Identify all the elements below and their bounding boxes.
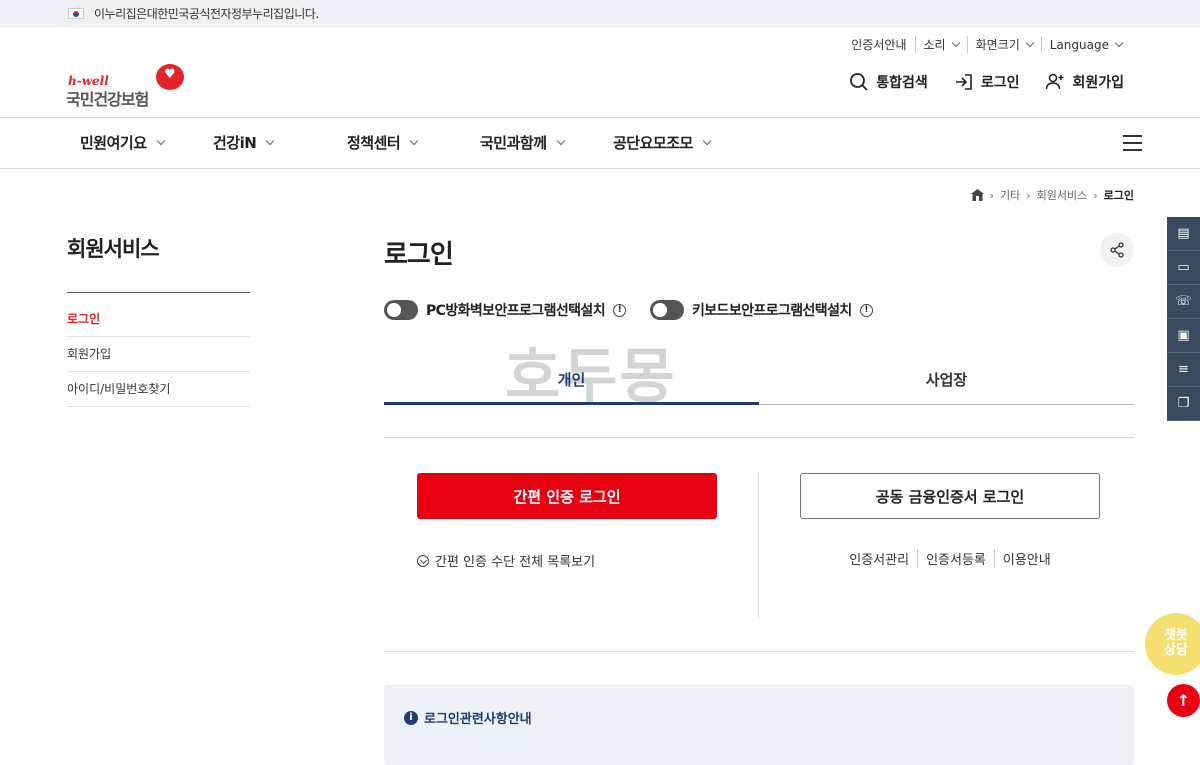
heart-logo-icon [156,64,184,90]
notice-title: i 로그인관련사항안내 [404,708,532,727]
page-title: 로그인 [384,240,454,270]
join-button[interactable]: 회원가입 [1045,72,1124,92]
nav-item-health[interactable]: 건강iN [213,132,275,153]
login-icon [955,74,972,90]
main-nav: 민원여기요 건강iN 정책센터 국민과함께 공단요모조모 [0,117,1200,169]
nav-item-about[interactable]: 공단요모조모 [613,132,712,153]
gov-banner-text: 이누리집은대한민국공식전자정부누리집입니다. [94,7,319,21]
quick-lock-icon[interactable]: ▣ [1167,319,1200,353]
login-button[interactable]: 로그인 [954,72,1020,92]
login-label: 로그인 [980,75,1020,91]
info-icon[interactable]: ! [612,303,626,317]
cert-manage-link[interactable]: 인증서관리 [841,549,917,568]
chevron-down-icon [1114,38,1124,47]
site-logo[interactable]: h-well 국민건강보험 [66,64,196,109]
breadcrumb-separator: › [989,188,994,202]
quick-phone-icon[interactable]: ☏ [1167,285,1200,319]
share-icon [1110,242,1124,258]
firewall-toggle-label: PC방화벽보안프로그램선택설치 [426,303,606,319]
chatbot-button[interactable]: 챗봇 상담 [1145,613,1200,675]
scroll-top-arrow-icon[interactable]: ↑ [1167,684,1200,717]
util-cert-guide[interactable]: 인증서안내 [843,36,914,53]
side-nav-item-find-account[interactable]: 아이디/비밀번호찾기 [67,372,250,407]
firewall-toggle[interactable] [384,300,418,320]
chevron-down-icon [556,136,565,145]
home-icon[interactable] [970,189,984,201]
section-divider [384,651,1134,652]
quick-document-icon[interactable]: ▤ [1167,217,1200,251]
tab-business[interactable]: 사업장 [759,360,1134,405]
korea-flag-icon [68,8,84,19]
breadcrumb-item[interactable]: 회원서비스 [1037,187,1088,203]
info-icon: i [404,710,418,725]
notice-title-text: 로그인관련사항안내 [424,712,532,727]
keyboard-toggle-row: 키보드보안프로그램선택설치 ! [650,300,873,320]
breadcrumb-separator: › [1026,188,1031,202]
chevron-down-icon [156,136,165,145]
cert-guide-link[interactable]: 이용안내 [993,549,1059,568]
quick-list-icon[interactable]: ≡ [1167,353,1200,387]
util-language-label: Language [1049,37,1109,52]
simple-auth-list-link[interactable]: 간편 인증 수단 전체 목록보기 [417,551,595,570]
nav-item-together[interactable]: 국민과함께 [480,132,565,153]
login-options-divider [758,472,759,618]
tab-personal[interactable]: 개인 [384,360,759,405]
nav-label: 국민과함께 [480,134,547,152]
login-notice-box: i 로그인관련사항안내 [384,685,1134,765]
chevron-down-icon [1025,38,1035,47]
util-sound[interactable]: 소리 [914,36,967,53]
side-nav-divider [67,292,250,293]
breadcrumb: › 기타 › 회원서비스 › 로그인 [970,187,1134,203]
info-icon[interactable]: ! [859,303,873,317]
side-nav-item-login[interactable]: 로그인 [67,302,250,337]
chevron-down-icon [951,38,960,47]
breadcrumb-item[interactable]: 기타 [1000,187,1020,203]
side-nav-item-join[interactable]: 회원가입 [67,337,250,372]
section-divider [384,437,1134,438]
cert-register-link[interactable]: 인증서등록 [917,549,994,568]
nav-label: 민원여기요 [80,134,147,152]
nav-item-civil[interactable]: 민원여기요 [80,132,165,153]
quick-windows-icon[interactable]: ❐ [1167,387,1200,421]
breadcrumb-separator: › [1093,188,1098,202]
nav-label: 정책센터 [347,134,401,152]
joint-cert-login-button[interactable]: 공동 금융인증서 로그인 [800,473,1100,519]
share-button[interactable] [1100,233,1134,267]
quick-menu: ▤ ▭ ☏ ▣ ≡ ❐ [1167,217,1200,421]
chatbot-label-2: 상담 [1164,643,1188,658]
util-screen-size-label: 화면크기 [975,38,1020,52]
chevron-down-icon [266,136,275,145]
search-button[interactable]: 통합검색 [849,72,928,92]
menu-hamburger-icon[interactable] [1123,135,1142,156]
util-sound-label: 소리 [923,38,946,52]
breadcrumb-current: 로그인 [1103,189,1134,202]
nav-label: 건강iN [213,134,257,152]
quick-monitor-icon[interactable]: ▭ [1167,251,1200,285]
add-user-icon [1046,73,1064,90]
chevron-circle-down-icon [417,554,429,567]
simple-auth-list-label: 간편 인증 수단 전체 목록보기 [435,555,596,570]
nav-item-policy[interactable]: 정책센터 [347,132,419,153]
keyboard-toggle-label: 키보드보안프로그램선택설치 [692,303,852,319]
header-actions: 통합검색 로그인 회원가입 [849,72,1124,92]
gov-banner: 이누리집은대한민국공식전자정부누리집입니다. [0,0,1200,27]
join-label: 회원가입 [1072,75,1124,91]
util-screen-size[interactable]: 화면크기 [966,36,1041,53]
side-nav-title: 회원서비스 [67,237,160,261]
chatbot-label-1: 챗봇 [1164,628,1188,643]
keyboard-security-toggle[interactable] [650,300,684,320]
simple-auth-login-button[interactable]: 간편 인증 로그인 [417,473,717,519]
nav-label: 공단요모조모 [613,134,693,152]
chevron-down-icon [409,136,419,145]
utility-menu: 인증서안내 소리 화면크기 Language [843,36,1130,53]
search-label: 통합검색 [876,75,928,91]
chevron-down-icon [702,136,712,145]
cert-links: 인증서관리 인증서등록 이용안내 [800,549,1100,568]
search-icon [850,73,868,91]
logo-name: 국민건강보험 [66,90,149,109]
util-language[interactable]: Language [1040,36,1130,53]
firewall-toggle-row: PC방화벽보안프로그램선택설치 ! [384,300,626,320]
